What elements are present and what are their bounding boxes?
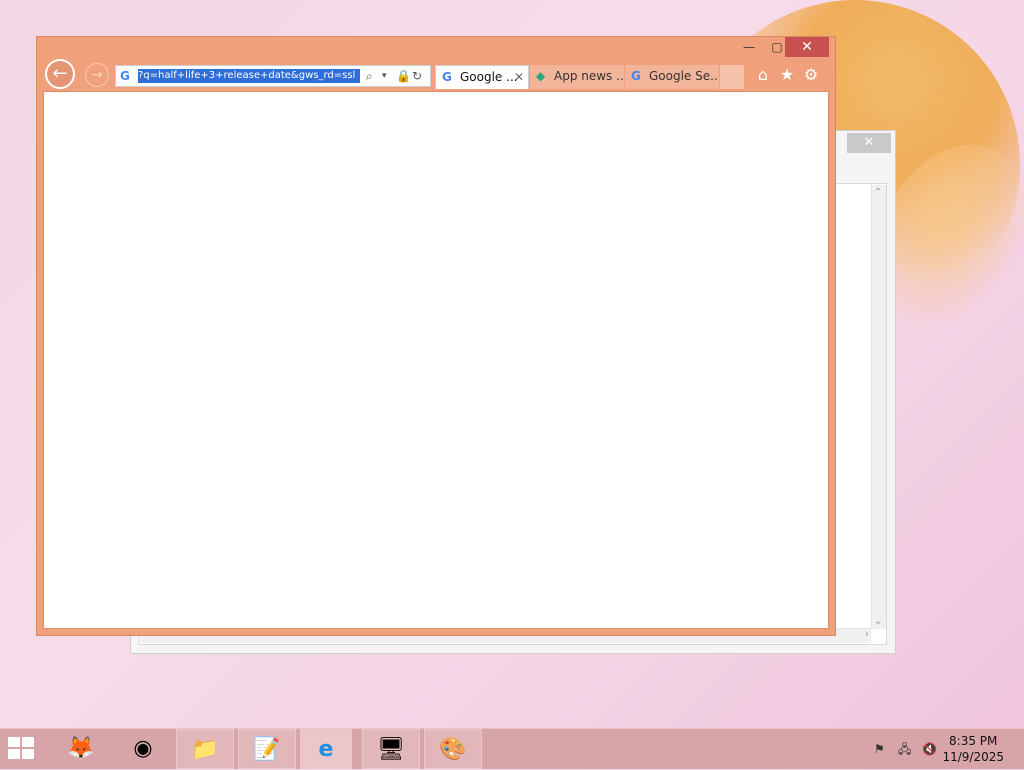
tab-google[interactable]: G Google ... ✕: [435, 65, 529, 89]
gear-icon[interactable]: ⚙: [801, 65, 821, 85]
tab-label: App news ...: [554, 69, 624, 83]
new-tab-button[interactable]: [720, 65, 744, 89]
tab-close-icon[interactable]: ✕: [514, 66, 524, 88]
scroll-right-icon[interactable]: ›: [865, 629, 869, 640]
favorites-star-icon[interactable]: ★: [777, 65, 797, 85]
clock[interactable]: 8:35 PM 11/9/2025: [942, 733, 1004, 765]
url-text[interactable]: ?q=half+life+3+release+date&gws_rd=ssl: [138, 69, 360, 83]
background-window-vertical-scrollbar[interactable]: ⌃ ⌄: [871, 185, 886, 629]
forward-button[interactable]: →: [85, 63, 109, 87]
dropdown-arrow-icon[interactable]: ▾: [382, 71, 387, 81]
page-content[interactable]: [43, 91, 829, 629]
windows-logo-icon: [8, 737, 20, 747]
file-explorer-icon[interactable]: 📁: [176, 729, 234, 769]
lock-icon[interactable]: 🔒: [396, 69, 411, 83]
google-favicon-icon: G: [442, 70, 452, 84]
notepad-icon[interactable]: 📝: [238, 729, 296, 769]
flag-icon[interactable]: ⚑: [874, 729, 885, 769]
google-favicon-icon: G: [631, 69, 641, 83]
volume-muted-icon[interactable]: 🔇: [922, 729, 937, 769]
network-icon[interactable]: 🖧: [898, 729, 911, 769]
firefox-icon[interactable]: 🦊: [52, 729, 110, 769]
clock-time: 8:35 PM: [949, 734, 998, 748]
tab-app-news[interactable]: ◆ App news ...: [530, 65, 624, 89]
chrome-icon[interactable]: ◉: [114, 729, 172, 769]
internet-explorer-icon[interactable]: e: [300, 729, 352, 769]
background-window-close-button[interactable]: ✕: [847, 133, 891, 153]
tab-label: Google ...: [460, 70, 518, 84]
tab-label: Google Se...: [649, 69, 719, 83]
scroll-up-icon[interactable]: ⌃: [874, 187, 882, 198]
start-button[interactable]: [8, 737, 38, 761]
scroll-down-icon[interactable]: ⌄: [874, 616, 882, 627]
address-bar[interactable]: G ?q=half+life+3+release+date&gws_rd=ssl…: [115, 65, 431, 87]
back-button[interactable]: ←: [45, 59, 75, 89]
home-icon[interactable]: ⌂: [753, 65, 773, 85]
app-news-icon: ◆: [536, 69, 546, 83]
paint-icon[interactable]: 🎨: [424, 729, 482, 769]
minimize-button[interactable]: —: [735, 37, 763, 57]
ie-browser-window[interactable]: — ▢ ✕ ← → G ?q=half+life+3+release+date&…: [36, 36, 836, 636]
refresh-icon[interactable]: ↻: [412, 69, 422, 83]
search-icon[interactable]: ⌕: [366, 69, 373, 84]
control-panel-icon[interactable]: 🖥: [362, 729, 420, 769]
clock-date: 11/9/2025: [942, 750, 1004, 764]
close-button[interactable]: ✕: [785, 37, 829, 57]
tab-google-search[interactable]: G Google Se...: [625, 65, 719, 89]
taskbar: 🦊 ◉ 📁 📝 e 🖥 🎨 ⚑ 🖧 🔇 8:35 PM 11/9/2025: [0, 728, 1024, 769]
google-favicon-icon: G: [120, 69, 130, 83]
